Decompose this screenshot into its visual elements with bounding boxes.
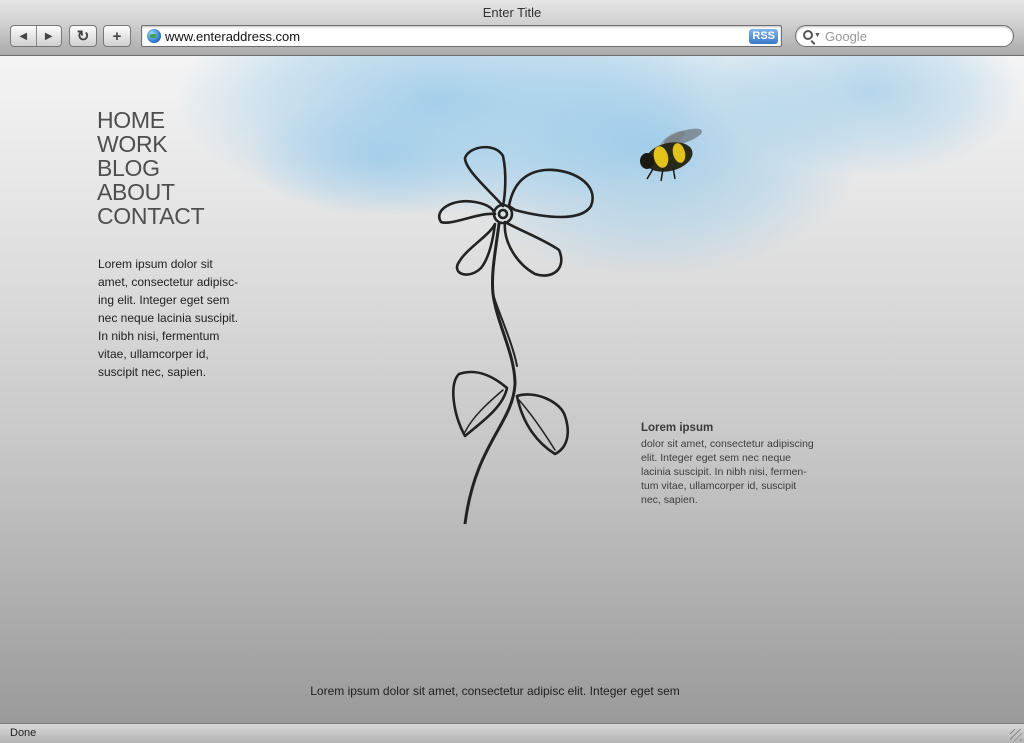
main-nav: HOME WORK BLOG ABOUT CONTACT: [97, 108, 205, 228]
reload-icon: ↻: [76, 28, 90, 45]
plus-icon: +: [112, 27, 122, 45]
nav-blog[interactable]: BLOG: [97, 156, 204, 180]
side-paragraph: dolor sit amet, consectetur adipiscing e…: [641, 438, 814, 506]
forward-arrow-icon: ▶: [44, 30, 53, 42]
web-page: HOME WORK BLOG ABOUT CONTACT Lorem ipsum…: [0, 56, 1024, 723]
search-icon: [803, 30, 813, 40]
search-placeholder: Google: [825, 29, 867, 44]
chevron-down-icon[interactable]: ▼: [814, 32, 821, 39]
add-bookmark-button[interactable]: +: [103, 25, 131, 47]
side-heading: Lorem ipsum: [641, 422, 714, 434]
flower-sketch: [437, 145, 594, 524]
history-buttons: ◀ ▶: [10, 25, 62, 47]
globe-icon: [147, 29, 161, 43]
search-input[interactable]: ▼ Google: [795, 25, 1014, 47]
resize-grip-icon[interactable]: [1010, 729, 1022, 741]
intro-paragraph: Lorem ipsum dolor sit amet, consectetur …: [98, 257, 239, 379]
address-bar[interactable]: www.enteraddress.com RSS: [141, 25, 782, 47]
address-text[interactable]: www.enteraddress.com: [165, 29, 300, 44]
nav-work[interactable]: WORK: [97, 132, 204, 156]
status-bar: Done: [0, 723, 1024, 743]
nav-contact[interactable]: CONTACT: [97, 204, 205, 228]
window-title: Enter Title: [482, 5, 542, 20]
browser-toolbar: Enter Title ◀ ▶ ↻ + www.enteraddress.com…: [0, 0, 1024, 56]
rss-button[interactable]: RSS: [749, 29, 778, 44]
forward-button[interactable]: ▶: [35, 26, 62, 46]
reload-button[interactable]: ↻: [69, 25, 97, 47]
footer-text: Lorem ipsum dolor sit amet, consectetur …: [310, 684, 680, 698]
back-arrow-icon: ◀: [19, 30, 28, 42]
nav-about[interactable]: ABOUT: [97, 180, 204, 204]
nav-home[interactable]: HOME: [97, 108, 204, 132]
status-text: Done: [10, 727, 37, 739]
bumblebee-illustration: [640, 128, 703, 182]
back-button[interactable]: ◀: [11, 26, 36, 46]
